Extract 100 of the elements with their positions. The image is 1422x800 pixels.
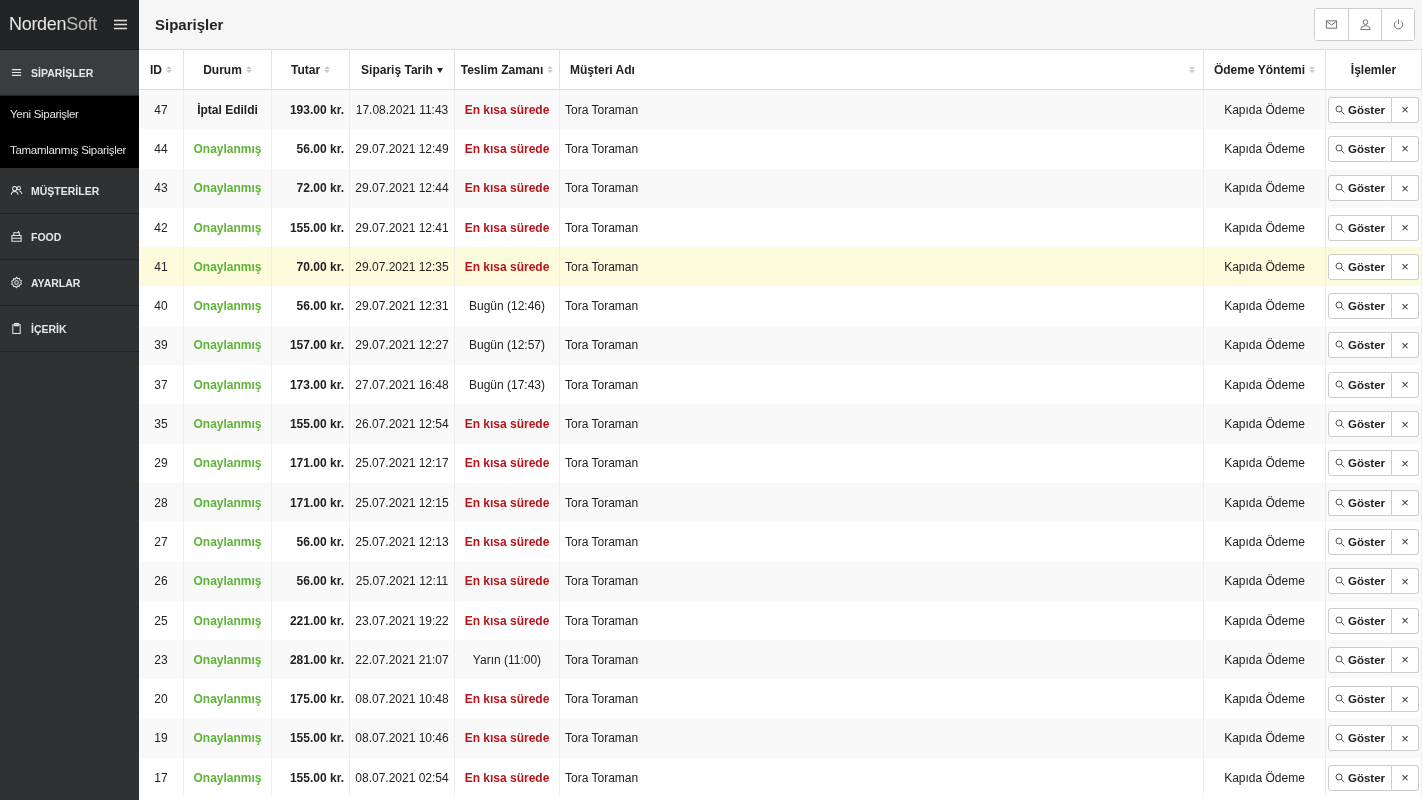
- sort-icon[interactable]: [245, 65, 252, 74]
- search-icon: [1334, 654, 1345, 665]
- table-cell: Kapıda Ödeme: [1204, 482, 1326, 523]
- column-header[interactable]: ID: [150, 62, 162, 77]
- menu-icon[interactable]: [114, 19, 127, 30]
- remove-button[interactable]: ×: [1392, 607, 1420, 634]
- sidebar-label: MÜŞTERİLER: [31, 184, 100, 197]
- submenu-item[interactable]: Tamamlanmış Siparişler: [0, 132, 139, 168]
- table-cell: Kapıda Ödeme: [1204, 561, 1326, 601]
- search-icon: [1334, 301, 1345, 312]
- show-button[interactable]: Göster: [1327, 332, 1393, 359]
- table-cell: Tora Toraman: [560, 168, 1204, 208]
- remove-button[interactable]: ×: [1392, 332, 1420, 359]
- submenu-item[interactable]: Yeni Siparişler: [0, 96, 139, 132]
- search-icon: [1334, 497, 1345, 508]
- show-button[interactable]: Göster: [1327, 764, 1393, 791]
- delivery-cell: En kısa sürede: [455, 482, 560, 523]
- search-icon: [1334, 536, 1345, 547]
- table-cell: 35: [139, 404, 184, 444]
- sort-icon[interactable]: [1309, 65, 1316, 74]
- search-icon: [1334, 458, 1345, 469]
- search-icon: [1334, 340, 1345, 351]
- remove-button[interactable]: ×: [1392, 646, 1420, 673]
- table-cell: 281.00 kr.: [272, 640, 350, 680]
- table-cell: Tora Toraman: [560, 404, 1204, 444]
- search-icon: [1334, 615, 1345, 626]
- column-header[interactable]: Durum: [203, 62, 242, 77]
- remove-button[interactable]: ×: [1392, 293, 1420, 320]
- table-cell: 193.00 kr.: [272, 90, 350, 130]
- remove-button[interactable]: ×: [1392, 528, 1420, 555]
- column-header[interactable]: Tutar: [290, 62, 321, 77]
- status-cell: Onaylanmış: [184, 640, 272, 680]
- table-cell: 171.00 kr.: [272, 482, 350, 523]
- delivery-cell: En kısa sürede: [455, 90, 560, 130]
- status-cell: Onaylanmış: [184, 718, 272, 759]
- column-header[interactable]: Ödeme Yöntemi: [1213, 62, 1306, 77]
- status-cell: Onaylanmış: [184, 168, 272, 208]
- sort-icon[interactable]: [324, 65, 331, 74]
- delivery-cell: En kısa sürede: [455, 404, 560, 444]
- remove-button[interactable]: ×: [1392, 764, 1420, 791]
- show-button[interactable]: Göster: [1327, 489, 1393, 516]
- search-icon: [1334, 222, 1345, 233]
- show-button[interactable]: Göster: [1327, 528, 1393, 555]
- table-cell: Tora Toraman: [560, 640, 1204, 680]
- show-button[interactable]: Göster: [1327, 725, 1393, 752]
- search-icon: [1334, 183, 1345, 194]
- sort-icon[interactable]: [547, 65, 554, 74]
- column-header[interactable]: Müşteri Adı: [570, 62, 635, 77]
- remove-button[interactable]: ×: [1392, 686, 1420, 713]
- remove-button[interactable]: ×: [1392, 253, 1420, 280]
- remove-button[interactable]: ×: [1392, 450, 1420, 477]
- gear-icon: [10, 276, 23, 289]
- show-button[interactable]: Göster: [1327, 214, 1393, 241]
- show-button[interactable]: Göster: [1327, 135, 1393, 162]
- table-cell: Kapıda Ödeme: [1204, 325, 1326, 366]
- remove-button[interactable]: ×: [1392, 489, 1420, 516]
- show-button[interactable]: Göster: [1327, 450, 1393, 477]
- search-icon: [1334, 772, 1345, 783]
- remove-button[interactable]: ×: [1392, 135, 1420, 162]
- status-cell: Onaylanmış: [184, 325, 272, 366]
- envelope-icon: [1325, 18, 1338, 31]
- sort-icon[interactable]: [1189, 65, 1195, 74]
- remove-button[interactable]: ×: [1392, 214, 1420, 241]
- table-cell: 70.00 kr.: [272, 247, 350, 287]
- sort-icon[interactable]: [166, 65, 172, 74]
- show-button[interactable]: Göster: [1327, 607, 1393, 634]
- table-cell: 26.07.2021 12:54: [350, 404, 455, 444]
- show-button[interactable]: Göster: [1327, 568, 1393, 595]
- show-button[interactable]: Göster: [1327, 686, 1393, 713]
- show-button[interactable]: Göster: [1327, 371, 1393, 398]
- sort-descending-icon[interactable]: [436, 65, 443, 74]
- remove-button[interactable]: ×: [1392, 568, 1420, 595]
- show-button[interactable]: Göster: [1327, 96, 1393, 123]
- table-cell: 25.07.2021 12:11: [350, 561, 455, 601]
- users-icon: [10, 184, 23, 197]
- show-button[interactable]: Göster: [1327, 411, 1393, 437]
- table-cell: Kapıda Ödeme: [1204, 90, 1326, 130]
- clipboard-icon: [10, 322, 23, 335]
- column-header: İşlemler: [1350, 62, 1397, 77]
- remove-button[interactable]: ×: [1392, 175, 1420, 202]
- remove-button[interactable]: ×: [1392, 411, 1420, 437]
- table-cell: 157.00 kr.: [272, 325, 350, 366]
- search-icon: [1334, 733, 1345, 744]
- show-button[interactable]: Göster: [1327, 646, 1393, 673]
- food-icon: [10, 230, 23, 243]
- column-header[interactable]: Teslim Zamanı: [460, 62, 544, 77]
- table-cell: 17.08.2021 11:43: [350, 90, 455, 130]
- column-header[interactable]: Sipariş Tarih: [361, 62, 433, 77]
- status-cell: Onaylanmış: [184, 404, 272, 444]
- remove-button[interactable]: ×: [1392, 96, 1420, 123]
- table-cell: 22.07.2021 21:07: [350, 640, 455, 680]
- delivery-cell: En kısa sürede: [455, 168, 560, 208]
- power-button[interactable]: [1381, 9, 1414, 40]
- remove-button[interactable]: ×: [1392, 725, 1420, 752]
- show-button[interactable]: Göster: [1327, 175, 1393, 202]
- table-cell: 26: [139, 561, 184, 601]
- show-button[interactable]: Göster: [1327, 293, 1393, 320]
- remove-button[interactable]: ×: [1392, 371, 1420, 398]
- show-button[interactable]: Göster: [1327, 253, 1393, 280]
- table-cell: Kapıda Ödeme: [1204, 718, 1326, 759]
